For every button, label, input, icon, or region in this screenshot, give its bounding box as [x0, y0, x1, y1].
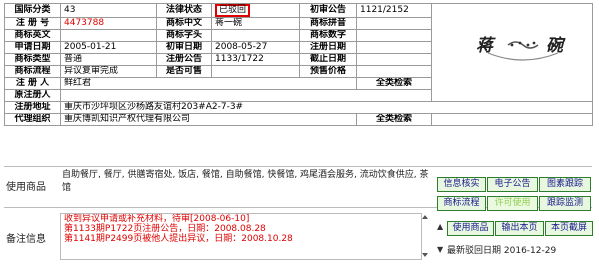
goods-label: 使用商品 [6, 182, 46, 193]
note-line: 第1133期P1722页注册公告，日期：2008.08.28 [64, 224, 266, 234]
label-pinyin: 商标拼音 [299, 17, 357, 30]
verify-info-button[interactable]: 信息核实 [437, 177, 486, 192]
label-reg-notice: 注册公告 [156, 53, 212, 66]
value-prelim-notice: 1121/2152 [356, 3, 432, 18]
dot-4 [532, 41, 536, 45]
value-agent: 重庆博凯知识产权代理有限公司 [60, 113, 357, 126]
logo-text-left: 蒋 [476, 36, 496, 56]
label-prelim-notice: 初审公告 [299, 3, 357, 18]
screenshot-page-button[interactable]: 本页截屏 [545, 221, 593, 236]
label-reg-no: 注 册 号 [4, 17, 61, 30]
label-reg-date: 注册日期 [299, 41, 357, 54]
value-registrant: 鲜红君 [60, 77, 357, 90]
latest-rejection: 最新驳回日期 2016-12-29 [447, 243, 556, 256]
up-arrow-icon: ▲ [437, 222, 444, 231]
notes-scrollbar[interactable] [421, 213, 430, 260]
value-address: 重庆市沙坪坝区沙杨路友谊村203#A2-7-3# [60, 101, 593, 114]
latest-rejection-date: 2016-12-29 [503, 246, 557, 256]
dot-1 [510, 43, 514, 47]
label-orig-registrant: 原注册人 [4, 89, 61, 102]
figure-tracking-button[interactable]: 图素跟踪 [539, 177, 591, 192]
notes-label: 备注信息 [6, 234, 46, 245]
latest-rejection-label: 最新驳回日期 [447, 246, 502, 256]
value-prelim-date: 2008-05-27 [211, 41, 300, 54]
label-digits: 商标数字 [299, 29, 357, 42]
dot-3 [526, 43, 530, 47]
logo-text-right: 碗 [546, 36, 566, 56]
search-all-classes-link-2[interactable]: 全类检索 [356, 113, 432, 126]
label-apply-date: 申请日期 [4, 41, 61, 54]
value-digits [356, 29, 432, 42]
down-arrow-icon: ▼ [437, 245, 444, 254]
trademark-logo-image: 蒋 碗 [476, 36, 566, 61]
trademark-detail-page: 国际分类 43 法律状态 已驳回 初审公告 1121/2152 注 册 号 44… [0, 0, 599, 267]
notes-box[interactable]: 收到异议申请或补充材料，待审[2008-06-10] 第1133期P1722页注… [60, 213, 422, 260]
label-type: 商标类型 [4, 53, 61, 66]
label-address: 注册地址 [4, 101, 61, 114]
tracking-monitor-button[interactable]: 跟踪监测 [539, 196, 591, 211]
value-presale-price [356, 65, 432, 78]
dot-2 [518, 41, 522, 45]
value-for-sale [211, 65, 300, 78]
license-use-button[interactable]: 许可使用 [487, 196, 538, 211]
value-class: 43 [60, 3, 157, 18]
value-type: 普通 [60, 53, 157, 66]
scroll-up-arrow-icon[interactable] [422, 215, 428, 219]
label-presale-price: 预售价格 [299, 65, 357, 78]
goods-button[interactable]: 使用商品 [447, 221, 494, 236]
value-reg-date [356, 41, 432, 54]
value-orig-registrant [60, 89, 432, 102]
label-expire-date: 截止日期 [299, 53, 357, 66]
note-line: 第1141期P2499页被他人提出异议，日期：2008.10.28 [64, 234, 293, 244]
value-shape [211, 29, 300, 42]
value-reg-no: 4473788 [60, 17, 157, 30]
label-flow: 商标流程 [4, 65, 61, 78]
goods-text: 自助餐厅, 餐厅, 供膳寄宿处, 饭店, 餐馆, 自助餐馆, 快餐馆, 鸡尾酒会… [62, 170, 429, 193]
e-notice-button[interactable]: 电子公告 [487, 177, 538, 192]
value-apply-date: 2005-01-21 [60, 41, 157, 54]
agent-blank-cell [431, 113, 593, 126]
note-line: 收到异议申请或补充材料，待审[2008-06-10] [64, 214, 250, 224]
trademark-flow-button[interactable]: 商标流程 [437, 196, 486, 211]
label-prelim-date: 初审日期 [156, 41, 212, 54]
scroll-down-arrow-icon[interactable] [422, 253, 428, 257]
label-shape: 商标字头 [156, 29, 212, 42]
value-en [60, 29, 157, 42]
divider-top-goods [4, 166, 592, 167]
status-badge: 已驳回 [215, 4, 251, 17]
value-flow: 异议复审完成 [60, 65, 157, 78]
label-legal-status: 法律状态 [156, 3, 212, 18]
label-agent: 代理组织 [4, 113, 61, 126]
value-expire-date [356, 53, 432, 66]
label-class: 国际分类 [4, 3, 61, 18]
value-reg-notice: 1133/1722 [211, 53, 300, 66]
value-cn: 蒋一碗 [211, 17, 300, 30]
value-pinyin [356, 17, 432, 30]
label-cn: 商标中文 [156, 17, 212, 30]
label-en: 商标英文 [4, 29, 61, 42]
value-legal-status: 已驳回 [211, 3, 300, 18]
search-all-classes-link-1[interactable]: 全类检索 [356, 77, 432, 90]
label-registrant: 注 册 人 [4, 77, 61, 90]
export-page-button[interactable]: 输出本页 [495, 221, 544, 236]
label-for-sale: 是否可售 [156, 65, 212, 78]
